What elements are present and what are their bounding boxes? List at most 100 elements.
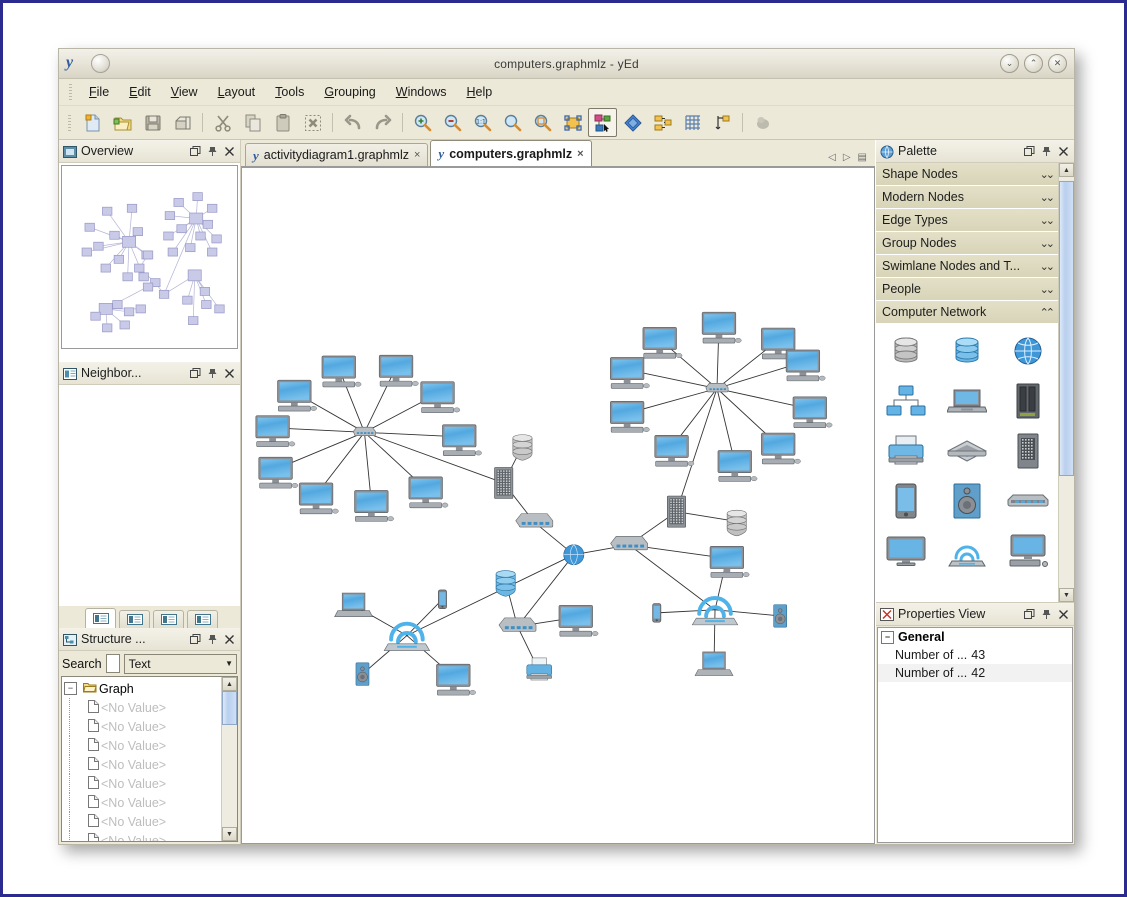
palette-item[interactable] [997, 528, 1058, 578]
toolbar-drag-grip[interactable] [68, 114, 71, 131]
pin-icon[interactable] [1040, 608, 1053, 621]
view-tab-3[interactable] [153, 610, 184, 628]
properties-content[interactable]: − General Number of ... 43 Number of ... 42 [877, 627, 1073, 843]
document-tab-computers[interactable]: y computers.graphmlz × [430, 140, 592, 166]
graph-node-tower-server[interactable] [667, 495, 686, 528]
palette-item[interactable] [876, 328, 937, 378]
cut-scissors-icon[interactable] [208, 108, 237, 137]
graph-node-database-blue[interactable] [495, 570, 516, 597]
property-row[interactable]: Number of ... 42 [878, 664, 1072, 682]
float-icon[interactable] [1023, 145, 1036, 158]
structure-tree-scrollbar[interactable]: ▲ ▼ [221, 677, 237, 841]
palette-item[interactable] [876, 528, 937, 578]
graph-canvas[interactable] [241, 167, 875, 844]
graph-node-monitor[interactable] [609, 401, 650, 433]
zoom-out-icon[interactable] [438, 108, 467, 137]
scroll-track[interactable] [222, 691, 237, 827]
redo-arrow-icon[interactable] [368, 108, 397, 137]
neighborhood-panel-body[interactable] [59, 385, 240, 606]
graph-node-monitor[interactable] [717, 450, 758, 482]
scroll-up-icon[interactable]: ▲ [1059, 163, 1074, 177]
graph-node-monitor[interactable] [354, 490, 394, 522]
zoom-area-icon[interactable] [528, 108, 557, 137]
pin-icon[interactable] [206, 145, 219, 158]
tab-prev-icon[interactable]: ◁ [828, 152, 836, 163]
palette-section-shape-nodes[interactable]: Shape Nodes ⌄⌄ [876, 163, 1058, 186]
graph-node-speaker[interactable] [355, 662, 370, 686]
scroll-track[interactable] [1059, 177, 1074, 588]
tree-row-item[interactable]: <No Value> [64, 812, 221, 831]
search-scope-select[interactable]: Text ▼ [123, 653, 237, 674]
graph-node-monitor[interactable] [785, 349, 826, 382]
copy-icon[interactable] [238, 108, 267, 137]
menubar-drag-grip[interactable] [69, 84, 72, 100]
tree-row-item[interactable]: <No Value> [64, 755, 221, 774]
undo-arrow-icon[interactable] [338, 108, 367, 137]
graph-node-monitor[interactable] [761, 432, 801, 465]
float-icon[interactable] [189, 367, 202, 380]
pin-icon[interactable] [206, 633, 219, 646]
tab-next-icon[interactable]: ▷ [843, 152, 851, 163]
graph-node-monitor[interactable] [654, 434, 695, 467]
palette-scrollbar[interactable]: ▲ ▼ [1058, 163, 1074, 602]
network-diagram[interactable] [242, 168, 874, 843]
graph-node-monitor[interactable] [709, 546, 750, 578]
menu-grouping[interactable]: Grouping [315, 82, 384, 102]
tree-row-item[interactable]: <No Value> [64, 774, 221, 793]
close-icon[interactable] [1057, 145, 1070, 158]
hierarchic-layout-icon[interactable] [648, 108, 677, 137]
view-tab-2[interactable] [119, 610, 150, 628]
overview-thumbnail[interactable] [61, 165, 238, 350]
tree-row-item[interactable]: <No Value> [64, 698, 221, 717]
tree-row-item[interactable]: <No Value> [64, 717, 221, 736]
graph-node-monitor[interactable] [277, 379, 317, 412]
menu-layout[interactable]: Layout [209, 82, 265, 102]
grid-icon[interactable] [678, 108, 707, 137]
graph-node-switch[interactable] [515, 513, 554, 528]
scroll-thumb[interactable] [1059, 181, 1074, 476]
zoom-in-icon[interactable] [408, 108, 437, 137]
view-tab-4[interactable] [187, 610, 218, 628]
pin-icon[interactable] [1040, 145, 1053, 158]
palette-section-modern-nodes[interactable]: Modern Nodes ⌄⌄ [876, 186, 1058, 209]
tab-close-icon[interactable]: × [414, 149, 420, 161]
graph-node-switch[interactable] [498, 617, 537, 632]
print-icon[interactable] [168, 108, 197, 137]
print-preview-icon[interactable] [748, 108, 777, 137]
menu-file[interactable]: File [80, 82, 118, 102]
palette-section-computer-network[interactable]: Computer Network ⌃⌃ [876, 301, 1058, 324]
zoom-actual-size-icon[interactable]: 1:1 [468, 108, 497, 137]
group-expander-icon[interactable]: − [881, 630, 894, 644]
property-row[interactable]: Number of ... 43 [878, 646, 1072, 664]
graph-node-monitor[interactable] [298, 482, 339, 515]
palette-item[interactable] [937, 428, 998, 478]
scroll-down-icon[interactable]: ▼ [1059, 588, 1074, 602]
float-icon[interactable] [189, 145, 202, 158]
palette-section-group-nodes[interactable]: Group Nodes ⌄⌄ [876, 232, 1058, 255]
graph-node-monitor[interactable] [558, 604, 599, 637]
tab-list-icon[interactable]: ▤ [858, 152, 867, 163]
graph-node-printer[interactable] [526, 657, 552, 681]
graph-node-monitor[interactable] [792, 396, 833, 429]
tree-row-root[interactable]: − Graph [64, 679, 221, 698]
paste-clipboard-icon[interactable] [268, 108, 297, 137]
graph-node-laptop[interactable] [334, 592, 374, 617]
new-document-icon[interactable] [78, 108, 107, 137]
scroll-down-icon[interactable]: ▼ [222, 827, 237, 841]
close-icon[interactable] [223, 367, 236, 380]
palette-item[interactable] [937, 328, 998, 378]
palette-item[interactable] [997, 378, 1058, 428]
zoom-fit-icon[interactable] [498, 108, 527, 137]
palette-section-swimlane-nodes-and-t[interactable]: Swimlane Nodes and T... ⌄⌄ [876, 255, 1058, 278]
float-icon[interactable] [1023, 608, 1036, 621]
tab-close-icon[interactable]: × [577, 148, 583, 160]
graph-node-monitor[interactable] [408, 476, 449, 509]
palette-item[interactable] [997, 328, 1058, 378]
menu-windows[interactable]: Windows [387, 82, 456, 102]
graph-node-switch[interactable] [353, 426, 376, 437]
palette-item[interactable] [937, 528, 998, 578]
graph-node-monitor[interactable] [258, 456, 299, 489]
structure-tree[interactable]: − Graph <No Value> <No Value> <No Value> <N… [61, 676, 238, 842]
minimize-button[interactable]: ⌄ [1000, 54, 1019, 73]
palette-section-edge-types[interactable]: Edge Types ⌄⌄ [876, 209, 1058, 232]
